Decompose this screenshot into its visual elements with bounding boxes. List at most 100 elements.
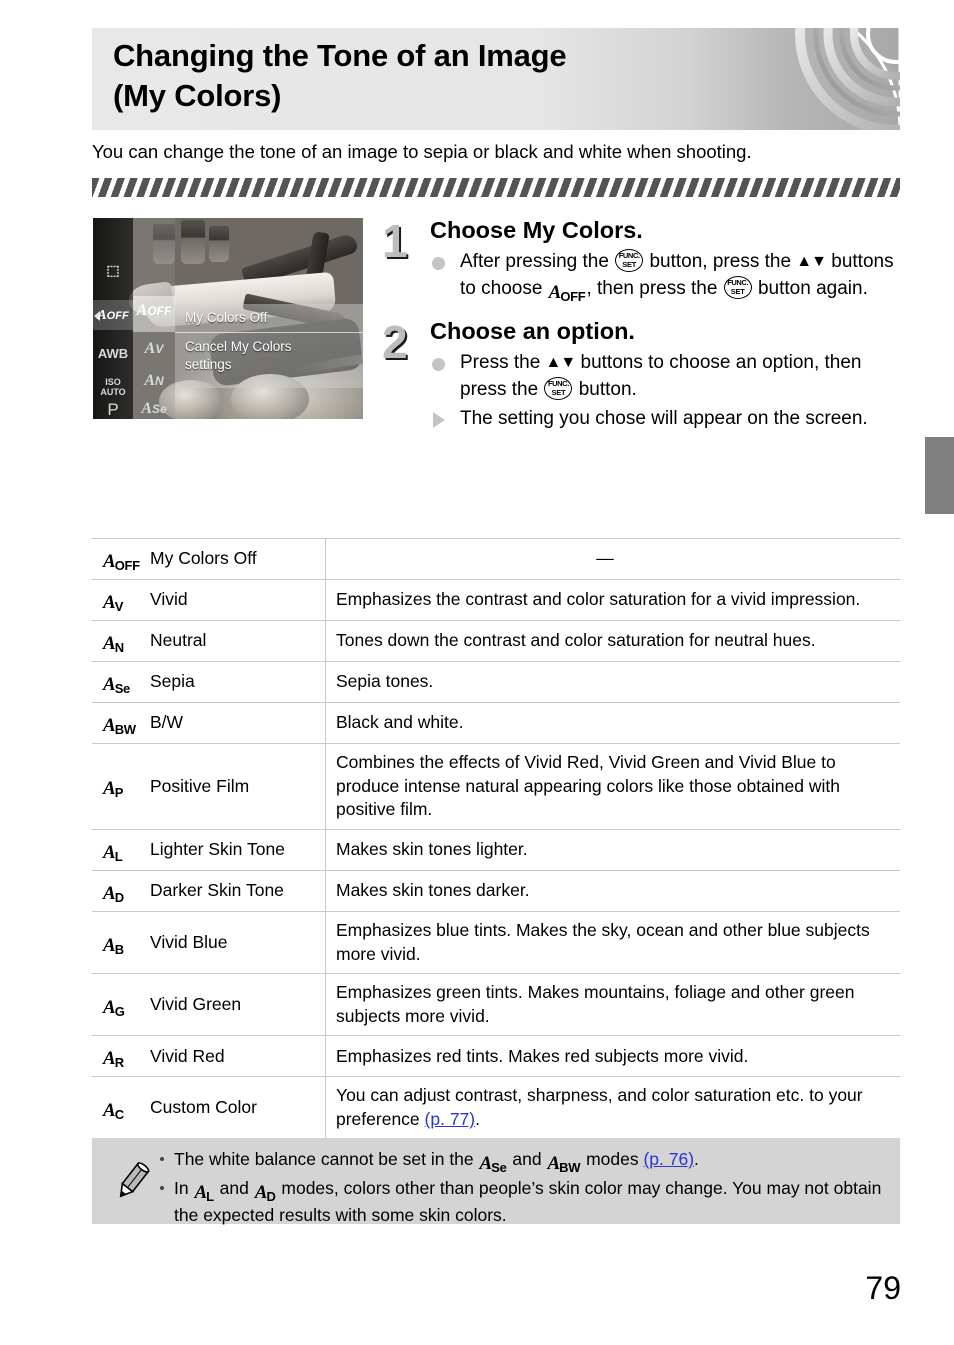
shooting-mode-p-icon: P: [107, 400, 119, 419]
row-name: Sepia: [150, 671, 195, 692]
lens-rings-decoration-icon: [795, 28, 900, 130]
row-name: Positive Film: [150, 775, 250, 796]
func-set-button-icon: FUNC. SET: [544, 377, 573, 401]
row-icon: AR: [103, 1048, 124, 1071]
step-bullet: After pressing the FUNC. SET button, pres…: [430, 249, 902, 303]
row-icon: ABW: [103, 715, 136, 737]
row-name: Lighter Skin Tone: [150, 839, 285, 860]
table-row: AL Lighter Skin Tone Makes skin tones li…: [92, 829, 900, 871]
step-result: The setting you chose will appear on the…: [430, 406, 902, 433]
row-desc: Emphasizes blue tints. Makes the sky, oc…: [325, 911, 900, 974]
table-row: AG Vivid Green Emphasizes green tints. M…: [92, 973, 900, 1036]
row-desc: Emphasizes green tints. Makes mountains,…: [325, 973, 900, 1036]
row-desc: Emphasizes red tints. Makes red subjects…: [325, 1035, 900, 1077]
row-name: My Colors Off: [150, 548, 257, 569]
pencil-icon: [119, 1161, 150, 1198]
table-row: AD Darker Skin Tone Makes skin tones dar…: [92, 870, 900, 912]
row-icon: ASe: [103, 674, 130, 696]
table-row: ASe Sepia Sepia tones.: [92, 661, 900, 703]
camera-lcd-screenshot: ⬚ AOFF AWB ISO AUTO P AOFF AV AN ASe My C…: [93, 218, 363, 419]
row-desc: —: [325, 538, 900, 580]
page-reference-link[interactable]: (p. 77): [425, 1109, 476, 1129]
option-my-colors-off-icon: AOFF: [136, 302, 172, 319]
my-colors-off-icon: AOFF: [548, 282, 586, 305]
table-row: AP Positive Film Combines the effects of…: [92, 743, 900, 830]
sepia-mode-icon: ASe: [479, 1153, 507, 1175]
table-row: AOFF My Colors Off —: [92, 538, 900, 580]
awb-icon: AWB: [97, 346, 129, 361]
func-set-button-icon: FUNC. SET: [723, 276, 752, 300]
option-vivid-icon: AV: [144, 340, 164, 357]
metering-icon: ⬚: [106, 262, 120, 278]
row-icon: AC: [103, 1100, 124, 1122]
jar-icon: [209, 226, 229, 262]
step-heading: Choose an option.: [430, 318, 635, 345]
procedure-steps: 1 Choose My Colors. After pressing the F…: [382, 216, 902, 437]
row-name: Vivid: [150, 589, 188, 610]
chapter-tab-marker: [925, 437, 954, 514]
up-down-buttons-icon: ▲▼: [796, 253, 827, 271]
jar-icon: [181, 220, 205, 264]
manual-page: Changing the Tone of an Image (My Colors…: [0, 0, 954, 1345]
row-name: Vivid Green: [150, 993, 242, 1014]
page-reference-link[interactable]: (p. 76): [643, 1149, 694, 1169]
step-bullet-text: After pressing the FUNC. SET button, pres…: [460, 249, 894, 305]
row-desc: You can adjust contrast, sharpness, and …: [325, 1076, 900, 1140]
row-icon: AG: [103, 996, 125, 1019]
note-callout-box: The white balance cannot be set in the A…: [92, 1138, 900, 1225]
result-triangle-icon: [433, 412, 445, 429]
table-row: ABW B/W Black and white.: [92, 702, 900, 744]
row-icon: AD: [103, 882, 124, 905]
table-row: AC Custom Color You can adjust contrast,…: [92, 1076, 900, 1140]
table-row: AB Vivid Blue Emphasizes blue tints. Mak…: [92, 911, 900, 974]
lcd-panel-text: Cancel My Colors settings: [185, 339, 292, 373]
bw-mode-icon: ABW: [547, 1153, 581, 1175]
row-icon: AOFF: [103, 551, 140, 573]
row-desc: Tones down the contrast and color satura…: [325, 620, 900, 662]
step-number: 1: [382, 215, 408, 267]
page-header-banner: Changing the Tone of an Image (My Colors…: [92, 28, 900, 130]
step-1: 1 Choose My Colors. After pressing the F…: [382, 216, 902, 303]
func-set-button-icon: FUNC. SET: [615, 249, 644, 273]
lcd-panel-title: My Colors Off: [185, 310, 268, 325]
section-divider-stripes: [92, 178, 900, 197]
row-name: B/W: [150, 712, 184, 733]
my-colors-off-icon: AOFF: [97, 308, 129, 323]
note-item: In AL and AD modes, colors other than pe…: [158, 1176, 888, 1228]
note-item: The white balance cannot be set in the A…: [158, 1147, 888, 1174]
row-desc: Makes skin tones lighter.: [325, 829, 900, 871]
table-row: AR Vivid Red Emphasizes red tints. Makes…: [92, 1035, 900, 1077]
bullet-dot-icon: [432, 257, 445, 271]
table-row: AN Neutral Tones down the contrast and c…: [92, 620, 900, 662]
row-desc: Black and white.: [325, 702, 900, 744]
option-neutral-icon: AN: [144, 372, 164, 389]
row-desc: Makes skin tones darker.: [325, 870, 900, 912]
table-row: AV Vivid Emphasizes the contrast and col…: [92, 579, 900, 621]
row-icon: AB: [103, 934, 124, 957]
step-2: 2 Choose an option. Press the ▲▼ buttons…: [382, 317, 902, 433]
up-down-buttons-icon: ▲▼: [545, 354, 577, 372]
darker-skin-tone-icon: AD: [254, 1182, 276, 1204]
row-icon: AP: [103, 778, 124, 801]
page-title: Changing the Tone of an Image (My Colors…: [113, 38, 567, 114]
row-name: Neutral: [150, 630, 207, 651]
intro-paragraph: You can change the tone of an image to s…: [92, 141, 752, 162]
row-desc: Sepia tones.: [325, 661, 900, 703]
step-number: 2: [382, 316, 408, 369]
option-sepia-icon: ASe: [141, 400, 167, 417]
step-heading: Choose My Colors.: [430, 217, 643, 243]
lcd-info-panel: My Colors Off Cancel My Colors settings: [175, 304, 363, 388]
row-desc: Emphasizes the contrast and color satura…: [325, 579, 900, 621]
step-bullet: Press the ▲▼ buttons to choose an option…: [430, 350, 902, 404]
row-name: Darker Skin Tone: [150, 880, 284, 901]
row-icon: AV: [103, 592, 124, 614]
page-number: 79: [865, 1270, 901, 1306]
note-items: The white balance cannot be set in the A…: [158, 1147, 888, 1230]
bullet-dot-icon: [432, 358, 445, 372]
lighter-skin-tone-icon: AL: [194, 1182, 214, 1204]
my-colors-options-table: AOFF My Colors Off — AV Vivid Emphasizes…: [92, 538, 900, 1140]
step-result-text: The setting you chose will appear on the…: [460, 408, 868, 430]
row-name: Vivid Red: [150, 1045, 225, 1066]
row-icon: AN: [103, 633, 124, 655]
iso-auto-icon: ISO AUTO: [100, 377, 126, 397]
